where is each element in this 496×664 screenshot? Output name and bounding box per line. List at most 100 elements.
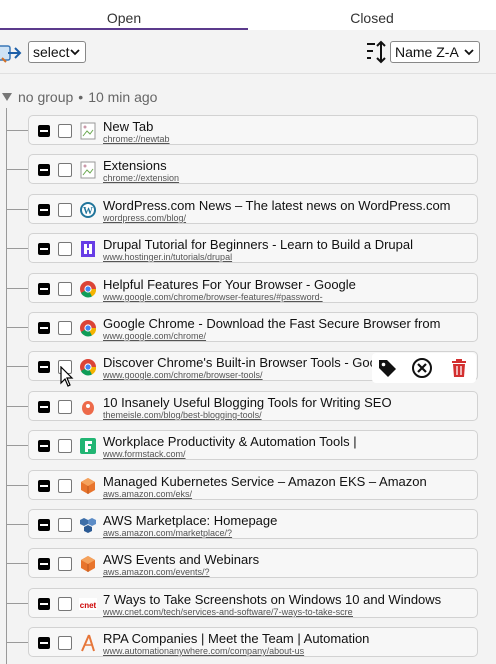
tab-row[interactable]: AWS Events and Webinars aws.amazon.com/ev… xyxy=(28,548,478,578)
tab-url[interactable]: chrome://extension xyxy=(103,173,353,183)
themeisle-icon xyxy=(82,401,94,415)
tab-title[interactable]: AWS Events and Webinars xyxy=(103,553,475,567)
close-tab-icon[interactable] xyxy=(411,357,433,379)
tab-row[interactable]: RPA Companies | Meet the Team | Automati… xyxy=(28,627,478,657)
tab-title[interactable]: Extensions xyxy=(103,159,475,173)
tree-branch-line xyxy=(7,563,28,564)
tree-branch-line xyxy=(7,524,28,525)
collapse-minus-button[interactable] xyxy=(38,598,50,610)
tab-checkbox[interactable] xyxy=(58,400,72,414)
cnet-icon: cnet xyxy=(79,598,97,610)
tab-url[interactable]: www.google.com/chrome/browser-tools/ xyxy=(103,370,353,380)
tab-row[interactable]: Helpful Features For Your Browser - Goog… xyxy=(28,273,478,303)
mouse-cursor-icon xyxy=(60,366,74,387)
tab-row[interactable]: Drupal Tutorial for Beginners - Learn to… xyxy=(28,233,478,263)
tab-checkbox[interactable] xyxy=(58,321,72,335)
select-dropdown[interactable]: select xyxy=(28,41,86,63)
tab-row[interactable]: cnet 7 Ways to Take Screenshots on Window… xyxy=(28,588,478,618)
group-header[interactable]: no group • 10 min ago xyxy=(0,86,157,108)
tab-url[interactable]: themeisle.com/blog/best-blogging-tools/ xyxy=(103,410,353,420)
tab-url[interactable]: wordpress.com/blog/ xyxy=(103,213,353,223)
collapse-minus-button[interactable] xyxy=(38,164,50,176)
collapse-minus-button[interactable] xyxy=(38,322,50,334)
hostinger-icon xyxy=(81,241,95,257)
tab-title[interactable]: Google Chrome - Download the Fast Secure… xyxy=(103,317,475,331)
chevron-down-icon xyxy=(464,49,474,56)
tab-url[interactable]: www.google.com/chrome/browser-features/#… xyxy=(103,292,353,302)
tab-checkbox[interactable] xyxy=(58,557,72,571)
collapse-minus-button[interactable] xyxy=(38,204,50,216)
collapse-minus-button[interactable] xyxy=(38,519,50,531)
tree-branch-line xyxy=(7,288,28,289)
collapse-minus-button[interactable] xyxy=(38,243,50,255)
collapse-minus-button[interactable] xyxy=(38,480,50,492)
collapse-minus-button[interactable] xyxy=(38,361,50,373)
tab-row[interactable]: New Tab chrome://newtab xyxy=(28,115,478,145)
tree-branch-line xyxy=(7,406,28,407)
collapse-minus-button[interactable] xyxy=(38,283,50,295)
automation-anywhere-icon xyxy=(81,634,95,652)
tree-branch-line xyxy=(7,485,28,486)
collapse-minus-button[interactable] xyxy=(38,401,50,413)
formstack-icon xyxy=(80,438,96,454)
tab-row[interactable]: Extensions chrome://extension xyxy=(28,154,478,184)
group-separator: • xyxy=(78,89,84,105)
sort-dropdown[interactable]: Name Z-A xyxy=(390,41,480,63)
tab-checkbox[interactable] xyxy=(58,163,72,177)
tab-row[interactable]: Managed Kubernetes Service – Amazon EKS … xyxy=(28,470,478,500)
tab-checkbox[interactable] xyxy=(58,439,72,453)
tab-url[interactable]: aws.amazon.com/eks/ xyxy=(103,489,353,499)
tab-checkbox[interactable] xyxy=(58,518,72,532)
tab-title[interactable]: New Tab xyxy=(103,120,475,134)
tab-title[interactable]: Helpful Features For Your Browser - Goog… xyxy=(103,278,475,292)
chrome-icon xyxy=(80,320,97,337)
tab-url[interactable]: www.hostinger.in/tutorials/drupal xyxy=(103,252,353,262)
wordpress-icon: W xyxy=(80,202,96,218)
broken-image-icon xyxy=(80,161,96,179)
sort-icon[interactable] xyxy=(366,40,388,64)
tab-title[interactable]: Managed Kubernetes Service – Amazon EKS … xyxy=(103,475,475,489)
tree-branch-line xyxy=(7,248,28,249)
tab-title[interactable]: 7 Ways to Take Screenshots on Windows 10… xyxy=(103,593,475,607)
collapse-minus-button[interactable] xyxy=(38,558,50,570)
tab-checkbox[interactable] xyxy=(58,203,72,217)
tab-checkbox[interactable] xyxy=(58,282,72,296)
svg-text:W: W xyxy=(83,206,93,217)
broken-image-icon xyxy=(80,122,96,140)
tab-row[interactable]: 10 Insanely Useful Blogging Tools for Wr… xyxy=(28,391,478,421)
tab-checkbox[interactable] xyxy=(58,242,72,256)
tab-title[interactable]: AWS Marketplace: Homepage xyxy=(103,514,475,528)
tab-url[interactable]: www.formstack.com/ xyxy=(103,449,353,459)
tab-title[interactable]: 10 Insanely Useful Blogging Tools for Wr… xyxy=(103,396,475,410)
tab-row[interactable]: Workplace Productivity & Automation Tool… xyxy=(28,430,478,460)
move-tabs-icon[interactable] xyxy=(0,43,22,63)
tab-checkbox[interactable] xyxy=(58,124,72,138)
tab-row[interactable]: AWS Marketplace: Homepage aws.amazon.com/… xyxy=(28,509,478,539)
tree-line xyxy=(6,108,7,664)
tab-checkbox[interactable] xyxy=(58,479,72,493)
tab-closed[interactable]: Closed xyxy=(248,0,496,30)
group-time: 10 min ago xyxy=(88,89,158,105)
tag-icon[interactable] xyxy=(376,357,398,379)
tab-url[interactable]: aws.amazon.com/marketplace/? xyxy=(103,528,353,538)
collapse-triangle-icon[interactable] xyxy=(2,93,12,101)
tab-url[interactable]: www.automationanywhere.com/company/about… xyxy=(103,646,353,656)
tab-url[interactable]: www.google.com/chrome/ xyxy=(103,331,353,341)
tab-checkbox[interactable] xyxy=(58,636,72,650)
collapse-minus-button[interactable] xyxy=(38,637,50,649)
tab-row[interactable]: Google Chrome - Download the Fast Secure… xyxy=(28,312,478,342)
collapse-minus-button[interactable] xyxy=(38,125,50,137)
tab-title[interactable]: WordPress.com News – The latest news on … xyxy=(103,199,475,213)
tab-checkbox[interactable] xyxy=(58,597,72,611)
tab-open[interactable]: Open xyxy=(0,0,248,30)
tab-url[interactable]: www.cnet.com/tech/services-and-software/… xyxy=(103,607,353,617)
trash-icon[interactable] xyxy=(448,357,470,379)
tab-bar: Open Closed xyxy=(0,0,496,30)
tab-url[interactable]: chrome://newtab xyxy=(103,134,353,144)
collapse-minus-button[interactable] xyxy=(38,440,50,452)
tab-title[interactable]: Workplace Productivity & Automation Tool… xyxy=(103,435,475,449)
tab-url[interactable]: aws.amazon.com/events/? xyxy=(103,567,353,577)
tab-title[interactable]: RPA Companies | Meet the Team | Automati… xyxy=(103,632,475,646)
tab-title[interactable]: Drupal Tutorial for Beginners - Learn to… xyxy=(103,238,475,252)
tab-row[interactable]: W WordPress.com News – The latest news on… xyxy=(28,194,478,224)
